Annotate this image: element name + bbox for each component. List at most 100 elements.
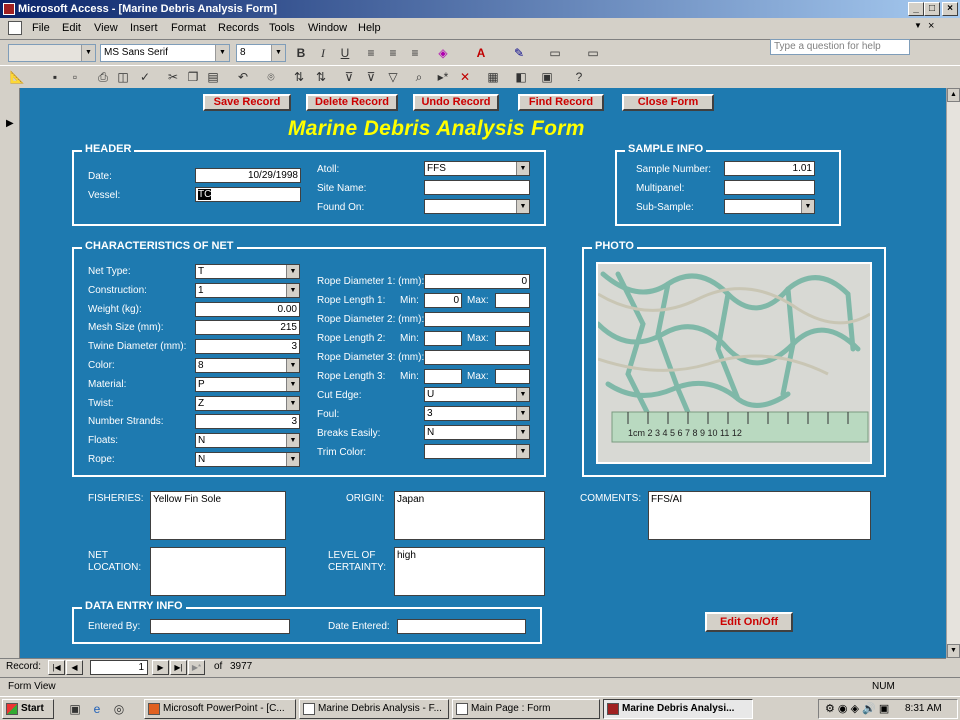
date-entered-field[interactable] <box>397 619 526 634</box>
trim-color-combo[interactable]: ▼ <box>424 444 530 459</box>
view-icon[interactable]: 📐 <box>8 68 26 86</box>
rope-length-1-min-field[interactable]: 0 <box>424 293 462 308</box>
object-combo[interactable]: ▼ <box>8 44 96 62</box>
new-record-nav-icon[interactable]: ▶* <box>188 660 205 675</box>
outlook-icon[interactable]: ◎ <box>110 700 128 718</box>
scroll-down-icon[interactable]: ▼ <box>947 644 960 658</box>
comments-field[interactable]: FFS/AI <box>648 491 871 540</box>
menu-format[interactable]: Format <box>171 22 206 34</box>
copy-icon[interactable]: ❐ <box>184 68 202 86</box>
record-selector[interactable]: ▶ <box>0 88 20 658</box>
cut-edge-combo[interactable]: U ▼ <box>424 387 530 402</box>
menu-edit[interactable]: Edit <box>62 22 81 34</box>
paste-icon[interactable]: ▤ <box>204 68 222 86</box>
italic-icon[interactable]: I <box>314 44 332 62</box>
net-location-field[interactable] <box>150 547 286 596</box>
rope-length-3-min-field[interactable] <box>424 369 462 384</box>
font-color-icon[interactable]: A <box>472 44 490 62</box>
origin-field[interactable]: Japan <box>394 491 545 540</box>
start-button[interactable]: Start <box>2 699 54 719</box>
font-size-combo[interactable]: 8 ▼ <box>236 44 286 62</box>
properties-icon[interactable]: ▦ <box>484 68 502 86</box>
last-record-icon[interactable]: ▶| <box>170 660 187 675</box>
find-icon[interactable]: ⌕ <box>410 68 428 86</box>
ie-icon[interactable]: e <box>88 700 106 718</box>
rope-length-2-max-field[interactable] <box>495 331 530 346</box>
rope-length-1-max-field[interactable] <box>495 293 530 308</box>
chevron-down-icon[interactable]: ▼ <box>516 426 529 439</box>
entered-by-field[interactable] <box>150 619 290 634</box>
task-marine-debris-analysis[interactable]: Marine Debris Analysis - F... <box>299 699 449 719</box>
print-icon[interactable]: ⎙ <box>94 68 112 86</box>
database-window-icon[interactable]: ◧ <box>512 68 530 86</box>
net-field-combo[interactable]: P ▼ <box>195 376 300 392</box>
fill-color-icon[interactable]: ◈ <box>434 44 452 62</box>
date-field[interactable]: 10/29/1998 <box>195 168 301 183</box>
sub-sample-combo[interactable]: ▼ <box>724 199 815 214</box>
new-object-icon[interactable]: ▣ <box>538 68 556 86</box>
align-left-icon[interactable]: ≡ <box>362 44 380 62</box>
net-field-input[interactable]: 215 <box>195 320 300 336</box>
chevron-down-icon[interactable]: ▼ <box>286 434 299 448</box>
menu-records[interactable]: Records <box>218 22 259 34</box>
search-file-icon[interactable]: ▫ <box>66 68 84 86</box>
fisheries-field[interactable]: Yellow Fin Sole <box>150 491 286 540</box>
spelling-icon[interactable]: ✓ <box>136 68 154 86</box>
menu-insert[interactable]: Insert <box>130 22 158 34</box>
sort-descending-icon[interactable]: ⇅ <box>312 68 330 86</box>
save-record-button[interactable]: Save Record <box>203 94 291 111</box>
question-dropdown-icon[interactable]: ▼ <box>914 21 922 30</box>
vessel-field[interactable]: TC <box>195 187 301 202</box>
new-record-icon[interactable]: ▸* <box>434 68 452 86</box>
chevron-down-icon[interactable]: ▼ <box>286 359 299 372</box>
maximize-button[interactable]: □ <box>924 2 940 16</box>
task-main-page[interactable]: Main Page : Form <box>452 699 600 719</box>
line-style-icon[interactable]: ▭ <box>584 44 602 62</box>
menu-help[interactable]: Help <box>358 22 381 34</box>
chevron-down-icon[interactable]: ▼ <box>516 162 529 175</box>
rope-length-2-min-field[interactable] <box>424 331 462 346</box>
filter-by-selection-icon[interactable]: ⊽ <box>340 68 358 86</box>
net-field-combo[interactable]: N ▼ <box>195 433 300 449</box>
cut-icon[interactable]: ✂ <box>164 68 182 86</box>
close-button[interactable]: × <box>942 2 958 16</box>
chevron-down-icon[interactable]: ▼ <box>286 396 299 410</box>
chevron-down-icon[interactable]: ▼ <box>286 283 299 297</box>
font-combo[interactable]: MS Sans Serif ▼ <box>100 44 230 62</box>
next-record-icon[interactable]: ▶ <box>152 660 169 675</box>
sort-ascending-icon[interactable]: ⇅ <box>290 68 308 86</box>
align-center-icon[interactable]: ≡ <box>384 44 402 62</box>
hyperlink-icon[interactable]: ⌾ <box>262 68 280 86</box>
rope-diameter-2-field[interactable] <box>424 312 530 327</box>
net-field-combo[interactable]: T ▼ <box>195 264 300 279</box>
net-field-combo[interactable]: N ▼ <box>195 452 300 467</box>
task-powerpoint[interactable]: Microsoft PowerPoint - [C... <box>144 699 296 719</box>
filter-by-form-icon[interactable]: ⊽ <box>362 68 380 86</box>
previous-record-icon[interactable]: ◀ <box>66 660 83 675</box>
scroll-up-icon[interactable]: ▲ <box>947 88 960 102</box>
net-field-input[interactable]: 0.00 <box>195 301 300 317</box>
net-field-combo[interactable]: Z ▼ <box>195 395 300 411</box>
found-on-combo[interactable]: ▼ <box>424 199 530 214</box>
align-right-icon[interactable]: ≡ <box>406 44 424 62</box>
undo-icon[interactable]: ↶ <box>234 68 252 86</box>
chevron-down-icon[interactable]: ▼ <box>286 265 299 278</box>
chevron-down-icon[interactable]: ▼ <box>516 200 529 213</box>
menu-view[interactable]: View <box>94 22 118 34</box>
apply-filter-icon[interactable]: ▽ <box>384 68 402 86</box>
chevron-down-icon[interactable]: ▼ <box>516 445 529 458</box>
save-icon[interactable]: ▪ <box>46 68 64 86</box>
bold-icon[interactable]: B <box>292 44 310 62</box>
foul-combo[interactable]: 3 ▼ <box>424 406 530 421</box>
net-field-combo[interactable]: 1 ▼ <box>195 282 300 298</box>
menu-file[interactable]: File <box>32 22 50 34</box>
menu-window[interactable]: Window <box>308 22 347 34</box>
chevron-down-icon[interactable]: ▼ <box>286 377 299 391</box>
line-color-icon[interactable]: ✎ <box>510 44 528 62</box>
help-icon[interactable]: ? <box>570 68 588 86</box>
net-field-combo[interactable]: 8 ▼ <box>195 358 300 373</box>
sample-number-field[interactable]: 1.01 <box>724 161 815 176</box>
desktop-icon[interactable]: ▣ <box>66 700 84 718</box>
edit-on-off-button[interactable]: Edit On/Off <box>705 612 793 632</box>
task-marine-debris-form[interactable]: Marine Debris Analysi... <box>603 699 753 719</box>
